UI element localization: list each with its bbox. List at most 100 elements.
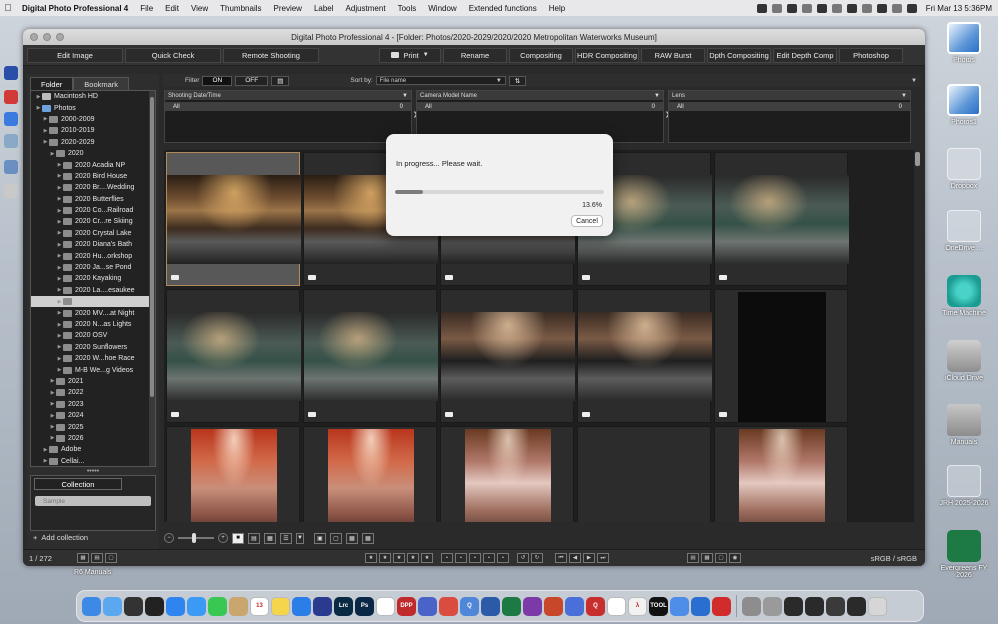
remote-shooting-button[interactable]: Remote Shooting bbox=[223, 47, 319, 63]
tree-item[interactable]: ▶ M-B We...g Videos bbox=[31, 364, 155, 375]
compositing-button[interactable]: Compositing bbox=[509, 47, 573, 63]
filter-on-button[interactable]: ON bbox=[202, 75, 233, 86]
thumbnail-scroll-thumb[interactable] bbox=[915, 152, 920, 166]
desktop-icon-4[interactable]: Time Machine bbox=[934, 275, 994, 317]
clock[interactable]: Fri Mar 13 5:36PM bbox=[922, 4, 992, 13]
lightroom-icon[interactable]: Lrc bbox=[334, 596, 353, 616]
raw-burst-button[interactable]: RAW Burst bbox=[641, 47, 705, 63]
thumbnail-image[interactable] bbox=[441, 312, 575, 401]
mail-icon[interactable] bbox=[187, 596, 206, 616]
status-icon-8[interactable] bbox=[861, 3, 872, 13]
menu-item-window[interactable]: Window bbox=[422, 4, 462, 13]
tree-item[interactable]: ▶ 2020 Hu...orkshop bbox=[31, 250, 155, 261]
tree-item[interactable]: ▶ 2020 Sunflowers bbox=[31, 342, 155, 353]
last-image-icon[interactable]: ⏭ bbox=[597, 553, 609, 563]
photos-app-icon[interactable] bbox=[376, 596, 395, 616]
tree-item[interactable]: ▶ 2020 Diana's Bath bbox=[31, 239, 155, 250]
tree-item[interactable]: ▶ 2020 Co...Railroad bbox=[31, 205, 155, 216]
status-icon-2[interactable] bbox=[771, 3, 782, 13]
tree-item[interactable]: ▶ 2021 bbox=[31, 376, 155, 387]
edit-image-button[interactable]: Edit Image bbox=[27, 47, 123, 63]
disclosure-icon[interactable]: ▶ bbox=[35, 94, 42, 100]
lambda-icon[interactable]: λ bbox=[628, 596, 647, 616]
left-desktop-icon-6[interactable] bbox=[4, 184, 18, 198]
desktop-icon-5[interactable]: iCloud Drive bbox=[934, 340, 994, 382]
print-button[interactable]: Print ▼ bbox=[379, 47, 441, 63]
disclosure-icon[interactable]: ▶ bbox=[49, 424, 56, 430]
tab-bookmark[interactable]: Bookmark bbox=[73, 77, 130, 90]
tree-item[interactable]: ▶ Macintosh HD bbox=[31, 91, 155, 102]
thumb-large-icon[interactable]: ■ bbox=[232, 532, 244, 544]
rating-5-icon[interactable]: ★ bbox=[421, 553, 433, 563]
thumbnail-scrollbar[interactable] bbox=[914, 150, 921, 522]
menu-app-name[interactable]: Digital Photo Professional 4 bbox=[16, 4, 134, 13]
thumb-small-icon[interactable]: ▦ bbox=[264, 532, 276, 544]
quick-check-button[interactable]: Quick Check bbox=[125, 47, 221, 63]
zoom-out-icon[interactable]: − bbox=[164, 533, 174, 543]
notes-icon[interactable] bbox=[271, 596, 290, 616]
trash-icon[interactable] bbox=[868, 596, 887, 616]
tree-item[interactable]: ▶ 2020 Kayaking bbox=[31, 273, 155, 284]
disclosure-icon[interactable]: ▶ bbox=[56, 333, 63, 339]
rating-1-icon[interactable]: ★ bbox=[365, 553, 377, 563]
quora-icon[interactable]: Q bbox=[586, 596, 605, 616]
desktop-icon-3[interactable]: OneDrive ... bbox=[934, 210, 994, 252]
desktop-icon-2[interactable]: Dropbox bbox=[934, 148, 994, 190]
filter-camera-model-all[interactable]: All 0 bbox=[417, 102, 663, 111]
tree-item[interactable]: ▶ 2020 Butterflies bbox=[31, 194, 155, 205]
disclosure-icon[interactable]: ▶ bbox=[42, 128, 49, 134]
filter-shooting-date-all[interactable]: All 0 bbox=[165, 102, 411, 111]
tree-item[interactable]: ▶ 2023 bbox=[31, 399, 155, 410]
desktop-icon-1[interactable]: Photos1 bbox=[934, 84, 994, 126]
rotate-right-icon[interactable]: ↻ bbox=[531, 553, 543, 563]
edit-depth-comp-button[interactable]: Edit Depth Comp bbox=[773, 47, 837, 63]
tool-icon[interactable]: TOOL bbox=[649, 596, 668, 616]
tree-item[interactable]: ▶ 2020 La....esaukee bbox=[31, 285, 155, 296]
status-icon-3[interactable] bbox=[786, 3, 797, 13]
disclosure-icon[interactable]: ▶ bbox=[42, 116, 49, 122]
pdf-icon[interactable] bbox=[439, 596, 458, 616]
rating-4-icon[interactable]: ★ bbox=[407, 553, 419, 563]
excel-icon[interactable] bbox=[502, 596, 521, 616]
status-icon-6[interactable] bbox=[831, 3, 842, 13]
disclosure-icon[interactable]: ▶ bbox=[56, 265, 63, 271]
finder-icon[interactable] bbox=[82, 596, 101, 616]
thumbnail-cell[interactable] bbox=[166, 152, 301, 286]
disclosure-icon[interactable]: ▶ bbox=[49, 435, 56, 441]
pane-splitter[interactable]: ••••• bbox=[27, 467, 159, 475]
thumbnail-image[interactable] bbox=[167, 312, 301, 401]
thumbnail-cell[interactable] bbox=[714, 426, 848, 522]
minimize-button[interactable] bbox=[43, 33, 51, 41]
grid-3x3-icon[interactable]: ▦ bbox=[362, 532, 374, 544]
folder-tree[interactable]: ▶ Macintosh HD ▶ Photos ▶ 2000-2009 ▶ 2010-2019… bbox=[30, 90, 156, 467]
safari-icon[interactable] bbox=[292, 596, 311, 616]
close-button[interactable] bbox=[30, 33, 38, 41]
filter-collapse-icon[interactable]: ▼ bbox=[911, 78, 917, 84]
left-desktop-icon-4[interactable] bbox=[4, 134, 18, 148]
left-desktop-icon-3[interactable] bbox=[4, 112, 18, 126]
grid-view-icon[interactable]: ▦ bbox=[77, 553, 89, 563]
thumbnail-image[interactable] bbox=[739, 429, 825, 522]
powerpoint-icon[interactable] bbox=[544, 596, 563, 616]
slider-handle[interactable] bbox=[192, 533, 196, 543]
depth-compositing-button[interactable]: Dpth Compositing bbox=[707, 47, 771, 63]
view-menu-chevron-icon[interactable]: ▼ bbox=[296, 532, 304, 544]
tree-item[interactable]: ▶ Photos bbox=[31, 102, 155, 113]
tree-item[interactable]: ▶ Cellai... bbox=[31, 456, 155, 467]
rating-3-icon[interactable]: ★ bbox=[393, 553, 405, 563]
collection-item[interactable]: Sample bbox=[35, 496, 151, 506]
menu-item-adjustment[interactable]: Adjustment bbox=[340, 4, 392, 13]
messages-icon[interactable] bbox=[208, 596, 227, 616]
disclosure-icon[interactable]: ▶ bbox=[56, 253, 63, 259]
thumbnail-cell[interactable] bbox=[440, 289, 575, 423]
dpp-icon[interactable]: DPP bbox=[397, 596, 416, 616]
menu-item-help[interactable]: Help bbox=[543, 4, 571, 13]
chevron-down-icon[interactable]: ▼ bbox=[402, 93, 408, 99]
tree-item[interactable]: ▶ 2022 bbox=[31, 387, 155, 398]
menu-item-tools[interactable]: Tools bbox=[392, 4, 423, 13]
tree-item[interactable]: ▶ bbox=[31, 296, 155, 308]
desktop-icon-7[interactable]: JRH 2025-2026 bbox=[934, 465, 994, 507]
thumbnail-image[interactable] bbox=[715, 175, 849, 264]
thumbnail-cell[interactable] bbox=[166, 289, 301, 423]
histogram-icon[interactable]: ▤ bbox=[687, 553, 699, 563]
